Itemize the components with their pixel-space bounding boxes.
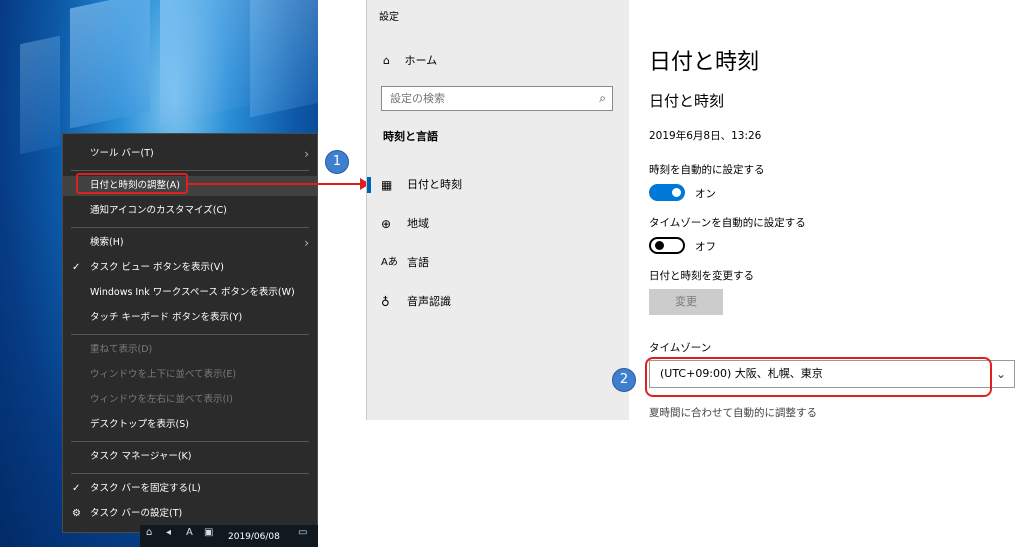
menu-item-show-task-view-button[interactable]: ✓ タスク ビュー ボタンを表示(V) xyxy=(63,258,317,278)
nav-item-date-time[interactable]: ▦ 日付と時刻 xyxy=(367,171,629,199)
auto-timezone-toggle[interactable] xyxy=(649,237,685,254)
settings-search-box[interactable]: ⌕ xyxy=(381,86,613,111)
auto-timezone-state: オフ xyxy=(695,241,716,253)
step-badge-1: 1 xyxy=(325,150,349,174)
ime-icon[interactable]: A xyxy=(186,527,193,538)
microphone-icon: ♁ xyxy=(381,295,390,309)
page-title: 日付と時刻 xyxy=(649,50,760,75)
menu-separator xyxy=(71,170,309,171)
wallpaper-light-pane xyxy=(20,35,60,155)
menu-item-toolbar[interactable]: ツール バー(T) › xyxy=(63,144,317,164)
notification-icon[interactable]: ▭ xyxy=(298,527,307,538)
home-icon: ⌂ xyxy=(383,54,390,67)
chevron-down-icon: ⌄ xyxy=(995,367,1006,381)
menu-separator xyxy=(71,227,309,228)
change-date-time-label: 日付と時刻を変更する xyxy=(649,270,754,282)
section-heading: 日付と時刻 xyxy=(649,92,725,110)
menu-item-cascade-windows: 重ねて表示(D) xyxy=(90,344,153,355)
menu-item-customize-notification-icons[interactable]: 通知アイコンのカスタマイズ(C) xyxy=(63,201,317,221)
menu-item-show-ink-workspace-button[interactable]: Windows Ink ワークスペース ボタンを表示(W) xyxy=(63,283,317,303)
search-icon[interactable]: ⌕ xyxy=(599,91,606,106)
callout-highlight-timezone xyxy=(645,357,992,397)
submenu-arrow-icon: › xyxy=(304,236,309,250)
menu-separator xyxy=(71,334,309,335)
nav-home[interactable]: ⌂ ホーム xyxy=(383,52,437,68)
change-button: 変更 xyxy=(649,289,723,315)
timezone-label: タイムゾーン xyxy=(649,342,712,354)
wallpaper-light-pane xyxy=(70,0,150,129)
dst-auto-adjust-label: 夏時間に合わせて自動的に調整する xyxy=(649,407,817,419)
keyboard-icon[interactable]: ▣ xyxy=(204,527,213,538)
checkmark-icon: ✓ xyxy=(72,483,81,494)
language-icon: Aあ xyxy=(381,257,398,268)
wallpaper-light-pane xyxy=(250,0,318,118)
menu-item-side-by-side-windows: ウィンドウを左右に並べて表示(I) xyxy=(90,394,233,405)
toggle-knob xyxy=(655,241,664,250)
menu-item-show-desktop[interactable]: デスクトップを表示(S) xyxy=(63,415,317,435)
menu-item-taskbar-settings[interactable]: ⚙ タスク バーの設定(T) xyxy=(63,504,317,524)
callout-arrow xyxy=(188,183,366,185)
network-icon[interactable]: ⌂ xyxy=(146,527,152,538)
auto-time-toggle[interactable] xyxy=(649,184,685,201)
menu-item-search[interactable]: 検索(H) › xyxy=(63,233,317,253)
submenu-arrow-icon: › xyxy=(304,147,309,161)
nav-section-title: 時刻と言語 xyxy=(383,130,438,143)
current-date-time: 2019年6月8日、13:26 xyxy=(649,130,762,142)
auto-timezone-label: タイムゾーンを自動的に設定する xyxy=(649,217,806,229)
gear-icon: ⚙ xyxy=(72,508,81,519)
menu-item-lock-taskbar[interactable]: ✓ タスク バーを固定する(L) xyxy=(63,479,317,499)
nav-item-region[interactable]: ⊕ 地域 xyxy=(367,210,629,238)
wallpaper-light-pane xyxy=(160,0,250,125)
window-title: 設定 xyxy=(379,12,399,23)
taskbar-clock-date[interactable]: 2019/06/08 xyxy=(228,532,280,542)
nav-item-language[interactable]: Aあ 言語 xyxy=(367,249,629,277)
calendar-icon: ▦ xyxy=(381,178,393,192)
taskbar: ⌂ ◂ A ▣ 2019/06/08 ▭ xyxy=(140,525,318,547)
callout-highlight-menu-item xyxy=(76,173,188,194)
menu-item-task-manager[interactable]: タスク マネージャー(K) xyxy=(63,447,317,467)
menu-item-show-touch-keyboard-button[interactable]: タッチ キーボード ボタンを表示(Y) xyxy=(63,308,317,328)
menu-item-stack-windows: ウィンドウを上下に並べて表示(E) xyxy=(90,369,237,380)
settings-search-input[interactable] xyxy=(382,87,582,110)
step-badge-2: 2 xyxy=(612,368,636,392)
nav-item-speech[interactable]: ♁ 音声認識 xyxy=(367,288,629,316)
settings-nav-pane: 設定 ⌂ ホーム ⌕ 時刻と言語 ▦ 日付と時刻 ⊕ 地域 Aあ 言語 ♁ 音声… xyxy=(367,0,629,420)
volume-icon[interactable]: ◂ xyxy=(166,527,171,538)
toggle-knob xyxy=(672,188,681,197)
checkmark-icon: ✓ xyxy=(72,262,81,273)
auto-time-label: 時刻を自動的に設定する xyxy=(649,164,765,176)
auto-time-state: オン xyxy=(695,188,716,200)
globe-icon: ⊕ xyxy=(381,217,392,231)
menu-separator xyxy=(71,473,309,474)
menu-separator xyxy=(71,441,309,442)
